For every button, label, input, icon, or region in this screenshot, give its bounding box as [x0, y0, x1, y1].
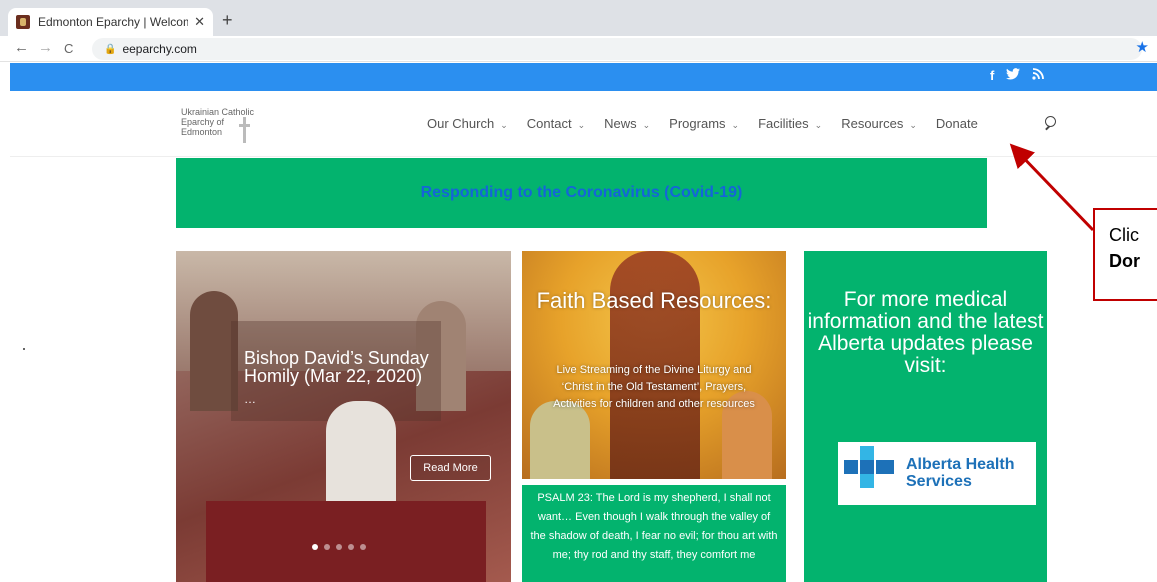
slide-excerpt: … [244, 392, 256, 406]
browser-tab[interactable]: Edmonton Eparchy | Welcome to ✕ [8, 8, 213, 36]
slider-dot[interactable] [360, 544, 366, 550]
chevron-down-icon: ⌄ [577, 120, 586, 130]
ahs-logo-line-1: Alberta Health [906, 456, 1015, 473]
nav-label: News [604, 116, 637, 131]
callout-line-2-bold: Dor [1109, 251, 1140, 271]
slide-title[interactable]: Bishop David’s Sunday Homily (Mar 22, 20… [244, 349, 454, 385]
ahs-logo-line-2: Services [906, 473, 972, 490]
ahs-logo-mark [876, 460, 894, 474]
nav-label: Facilities [758, 116, 809, 131]
browser-tab-bar: Edmonton Eparchy | Welcome to ✕ + [0, 0, 1157, 36]
ahs-logo-mark [860, 460, 874, 474]
nav-item-our-church[interactable]: Our Church ⌄ [427, 116, 508, 131]
nav-item-programs[interactable]: Programs ⌄ [669, 116, 739, 131]
nav-label: Our Church [427, 116, 495, 131]
facebook-icon[interactable]: f [990, 68, 994, 83]
covid-banner[interactable]: Responding to the Coronavirus (Covid-19) [176, 158, 987, 228]
slider-dot[interactable] [312, 544, 318, 550]
chevron-down-icon: ⌄ [642, 120, 651, 130]
close-tab-icon[interactable]: ✕ [194, 14, 205, 30]
site-top-bar: f [10, 63, 1157, 91]
slider-dot[interactable] [336, 544, 342, 550]
url-input[interactable]: 🔒 eeparchy.com [92, 38, 1142, 60]
cross-icon [239, 117, 251, 143]
nav-item-contact[interactable]: Contact ⌄ [527, 116, 585, 131]
alberta-health-services-logo[interactable]: Alberta Health Services [838, 442, 1036, 505]
lock-icon: 🔒 [104, 43, 117, 55]
nav-label: Resources [841, 116, 904, 131]
rss-icon[interactable] [1032, 68, 1045, 83]
twitter-icon[interactable] [1006, 68, 1021, 83]
homily-slider [176, 251, 511, 582]
search-icon[interactable] [1042, 115, 1058, 133]
slide-altar [206, 501, 486, 582]
slider-dot[interactable] [348, 544, 354, 550]
nav-item-news[interactable]: News ⌄ [604, 116, 650, 131]
back-icon[interactable]: ← [14, 39, 29, 56]
slider-pagination [312, 544, 366, 550]
faith-resources-description: Live Streaming of the Divine Liturgy and… [553, 364, 755, 410]
covid-banner-link[interactable]: Responding to the Coronavirus (Covid-19) [421, 184, 743, 202]
nav-item-donate[interactable]: Donate [936, 116, 978, 131]
address-bar: ← → C 🔒 eeparchy.com ★ [0, 36, 1157, 62]
chevron-down-icon: ⌄ [909, 120, 917, 130]
callout-line-2: Dor [1109, 248, 1157, 274]
chevron-down-icon: ⌄ [731, 120, 740, 130]
reload-icon[interactable]: C [64, 41, 73, 56]
annotation-callout: Clic Dor [1093, 208, 1157, 301]
nav-item-facilities[interactable]: Facilities ⌄ [758, 116, 822, 131]
health-info-text: For more medical information and the lat… [807, 288, 1044, 377]
social-links: f [990, 68, 1045, 83]
slider-dot[interactable] [324, 544, 330, 550]
forward-icon[interactable]: → [38, 39, 53, 56]
new-tab-button[interactable]: + [222, 10, 233, 31]
site-logo[interactable]: Ukrainian Catholic Eparchy of Edmonton [181, 107, 255, 143]
callout-line-1: Clic [1109, 225, 1139, 245]
ahs-logo-text: Alberta Health Services [906, 456, 1014, 490]
ahs-logo-mark [860, 446, 874, 460]
nav-label: Programs [669, 116, 726, 131]
ahs-logo-mark [844, 460, 858, 474]
decorative-dot [23, 348, 25, 350]
faith-resources-title[interactable]: Faith Based Resources: [522, 290, 786, 312]
tab-title: Edmonton Eparchy | Welcome to [38, 15, 189, 29]
site-favicon-icon [16, 15, 30, 29]
main-navigation: Our Church ⌄ Contact ⌄ News ⌄ Programs ⌄ Fac… [427, 116, 997, 131]
nav-item-resources[interactable]: Resources ⌄ [841, 116, 917, 131]
read-more-button[interactable]: Read More [410, 455, 491, 481]
logo-line-1: Ukrainian Catholic [181, 107, 255, 117]
url-text: eeparchy.com [122, 42, 197, 56]
bookmark-star-icon[interactable]: ★ [1136, 38, 1149, 56]
ahs-logo-mark [860, 474, 874, 488]
chevron-down-icon: ⌄ [500, 120, 508, 130]
nav-label: Contact [526, 116, 572, 131]
psalm-box: PSALM 23: The Lord is my shepherd, I sha… [522, 485, 786, 582]
chevron-down-icon: ⌄ [814, 120, 823, 130]
